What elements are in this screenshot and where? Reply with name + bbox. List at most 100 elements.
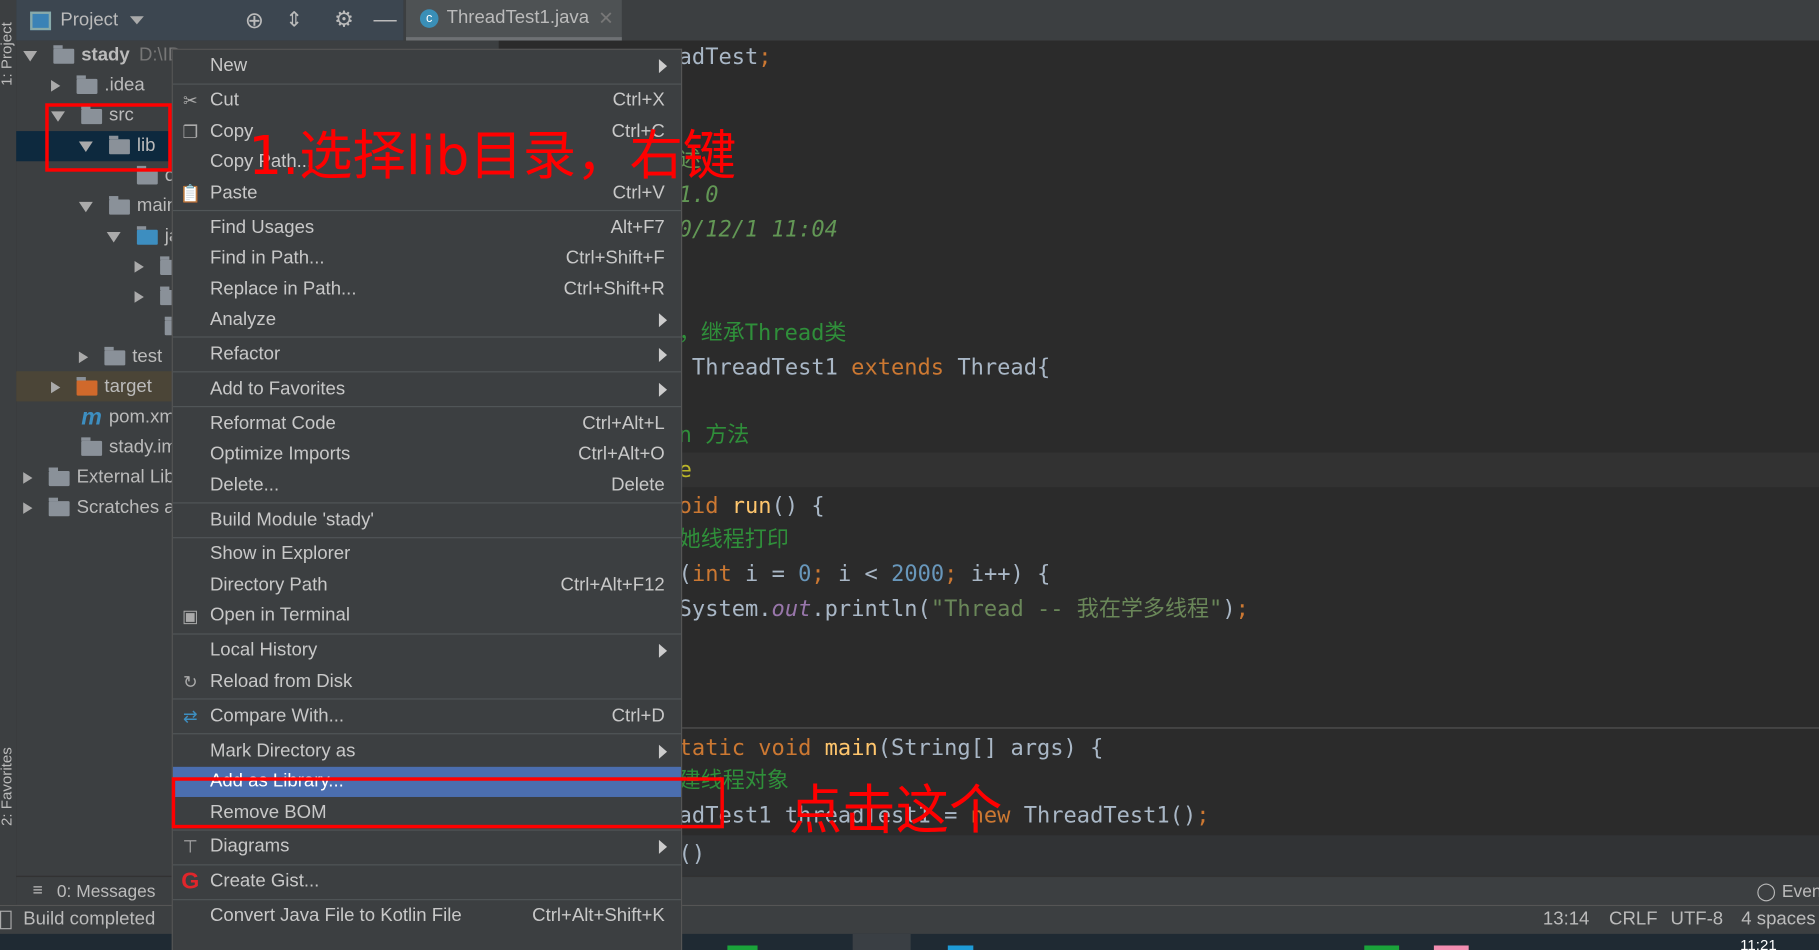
gear-icon[interactable]: ⚙ <box>334 7 354 34</box>
taskbar-clock[interactable]: 11:21 <box>1740 936 1777 950</box>
expand-arrow-icon[interactable] <box>23 502 33 514</box>
file-encoding[interactable]: UTF-8 <box>1671 910 1724 931</box>
indent-setting[interactable]: 4 spaces <box>1741 910 1815 931</box>
project-view-dropdown[interactable]: Project <box>60 10 118 31</box>
code-token: ，继承Thread类 <box>678 320 847 346</box>
expand-arrow-icon[interactable] <box>51 381 61 394</box>
collapse-all-icon[interactable]: ⇕ <box>285 8 303 32</box>
expand-arrow-icon[interactable] <box>134 261 144 273</box>
menu-separator <box>172 864 681 866</box>
taskbar-app-icon[interactable] <box>727 945 758 950</box>
menu-item-analyze[interactable]: Analyze <box>173 305 681 336</box>
submenu-arrow-icon <box>658 644 668 659</box>
tree-item[interactable]: test <box>78 342 163 372</box>
menu-item-refactor[interactable]: Refactor <box>173 339 681 370</box>
menu-item-delete[interactable]: Delete... Delete <box>173 470 681 501</box>
code-token: ; <box>1235 596 1249 622</box>
compare-icon: ⇄ <box>182 707 198 727</box>
code-line: adTest; <box>679 39 772 74</box>
menu-item-show-in-explorer[interactable]: Show in Explorer <box>173 540 681 571</box>
iml-file-icon <box>81 436 103 456</box>
menu-item-label: Convert Java File to Kotlin File <box>209 906 462 926</box>
code-line: () <box>679 836 706 871</box>
menu-item-new[interactable]: New <box>173 51 681 82</box>
taskbar-app-icon[interactable] <box>1364 945 1400 950</box>
expand-arrow-icon[interactable] <box>78 351 89 364</box>
menu-item-compare-with[interactable]: ⇄ Compare With... Ctrl+D <box>173 701 681 732</box>
messages-tool-button[interactable]: 0: Messages <box>57 882 156 902</box>
tree-item[interactable]: .idea <box>51 71 145 101</box>
tree-item[interactable]: External Lib <box>23 463 175 493</box>
messages-icon: ≡ <box>32 880 43 901</box>
menu-item-open-in-terminal[interactable]: ▣ Open in Terminal <box>173 601 681 632</box>
menu-item-shortcut: Ctrl+Alt+O <box>578 444 665 465</box>
tree-item-label: target <box>104 377 152 397</box>
reload-icon: ↻ <box>182 672 198 693</box>
tab-filename: ThreadTest1.java <box>446 8 590 28</box>
event-log-button[interactable]: Even <box>1782 882 1819 902</box>
code-token: 2000 <box>891 561 945 588</box>
code-token: adTest <box>678 44 759 70</box>
menu-item-label: Create Gist... <box>209 871 320 892</box>
taskbar-app-icon[interactable] <box>1433 945 1469 950</box>
editor-tab[interactable]: c ThreadTest1.java ✕ <box>406 0 622 41</box>
code-line: System.out.println("Thread -- 我在学多线程"); <box>679 592 1249 627</box>
diagram-icon: ⊤ <box>182 838 198 858</box>
tree-item[interactable]: stady D:\ID <box>23 41 181 71</box>
code-token: i++) { <box>970 561 1051 588</box>
java-class-icon: c <box>419 9 439 28</box>
expand-arrow-icon[interactable] <box>23 50 38 61</box>
source-folder-icon <box>136 225 158 245</box>
menu-item-find-in-path[interactable]: Find in Path... Ctrl+Shift+F <box>173 243 681 274</box>
menu-separator <box>172 83 681 85</box>
expand-arrow-icon[interactable] <box>134 291 144 303</box>
menu-item-build-module-stady[interactable]: Build Module 'stady' <box>173 505 681 536</box>
caret-row-highlight <box>498 452 1819 488</box>
menu-item-add-to-favorites[interactable]: Add to Favorites <box>173 374 681 405</box>
tree-item[interactable]: stady.im <box>51 433 177 463</box>
tree-item[interactable]: target <box>51 372 152 402</box>
tree-item[interactable]: m pom.xm <box>51 403 175 433</box>
submenu-arrow-icon <box>658 840 668 855</box>
caret-position[interactable]: 13:14 <box>1543 910 1589 931</box>
expand-arrow-icon[interactable] <box>106 231 121 242</box>
minimize-icon[interactable]: — <box>374 7 397 34</box>
code-token: ) <box>1222 596 1236 622</box>
menu-separator <box>172 210 681 212</box>
close-tab-icon[interactable]: ✕ <box>598 7 614 30</box>
locate-icon[interactable]: ⊕ <box>245 6 264 35</box>
tree-item-label: stady <box>81 45 130 65</box>
chevron-down-icon[interactable] <box>129 16 144 25</box>
menu-item-diagrams[interactable]: ⊤ Diagrams <box>173 832 681 863</box>
expand-arrow-icon[interactable] <box>78 201 93 212</box>
menu-item-directory-path[interactable]: Directory Path Ctrl+Alt+F12 <box>173 570 681 601</box>
menu-item-convert-java-file-to-kotlin-file[interactable]: Convert Java File to Kotlin File Ctrl+Alt… <box>173 901 681 932</box>
menu-item-find-usages[interactable]: Find Usages Alt+F7 <box>173 213 681 244</box>
code-line: 她线程打印 <box>679 522 789 557</box>
expand-arrow-icon[interactable] <box>23 472 33 484</box>
menu-item-create-gist[interactable]: G Create Gist... <box>173 867 681 898</box>
menu-item-cut[interactable]: ✂ Cut Ctrl+X <box>173 86 681 117</box>
menu-item-local-history[interactable]: Local History <box>173 636 681 667</box>
taskbar-app-active[interactable] <box>852 933 911 950</box>
menu-item-label: Diagrams <box>209 836 290 857</box>
code-token: oid <box>678 493 732 519</box>
line-separator[interactable]: CRLF <box>1609 910 1657 931</box>
menu-item-reformat-code[interactable]: Reformat Code Ctrl+Alt+L <box>173 409 681 440</box>
menu-item-mark-directory-as[interactable]: Mark Directory as <box>173 736 681 767</box>
favorites-tool-button[interactable]: 2: Favorites <box>0 747 15 826</box>
tree-item[interactable]: main <box>78 191 177 221</box>
tree-item-label: .idea <box>104 75 145 96</box>
expand-arrow-icon[interactable] <box>51 80 61 92</box>
menu-item-optimize-imports[interactable]: Optimize Imports Ctrl+Alt+O <box>173 440 681 471</box>
project-tool-button[interactable]: 1: Project <box>0 22 15 86</box>
taskbar-app-icon[interactable] <box>947 945 974 950</box>
ide-window: 1: Project 2: Favorites Project ⊕ ⇕ ⚙ — … <box>0 0 1819 950</box>
menu-item-reload-from-disk[interactable]: ↻ Reload from Disk <box>173 666 681 697</box>
tree-item[interactable]: Scratches a <box>23 493 175 523</box>
status-toggle-icon[interactable] <box>0 910 12 930</box>
code-token: ; <box>944 561 971 588</box>
menu-item-replace-in-path[interactable]: Replace in Path... Ctrl+Shift+R <box>173 274 681 305</box>
tree-item-label: test <box>132 346 163 367</box>
tree-item[interactable]: ja <box>106 222 179 252</box>
